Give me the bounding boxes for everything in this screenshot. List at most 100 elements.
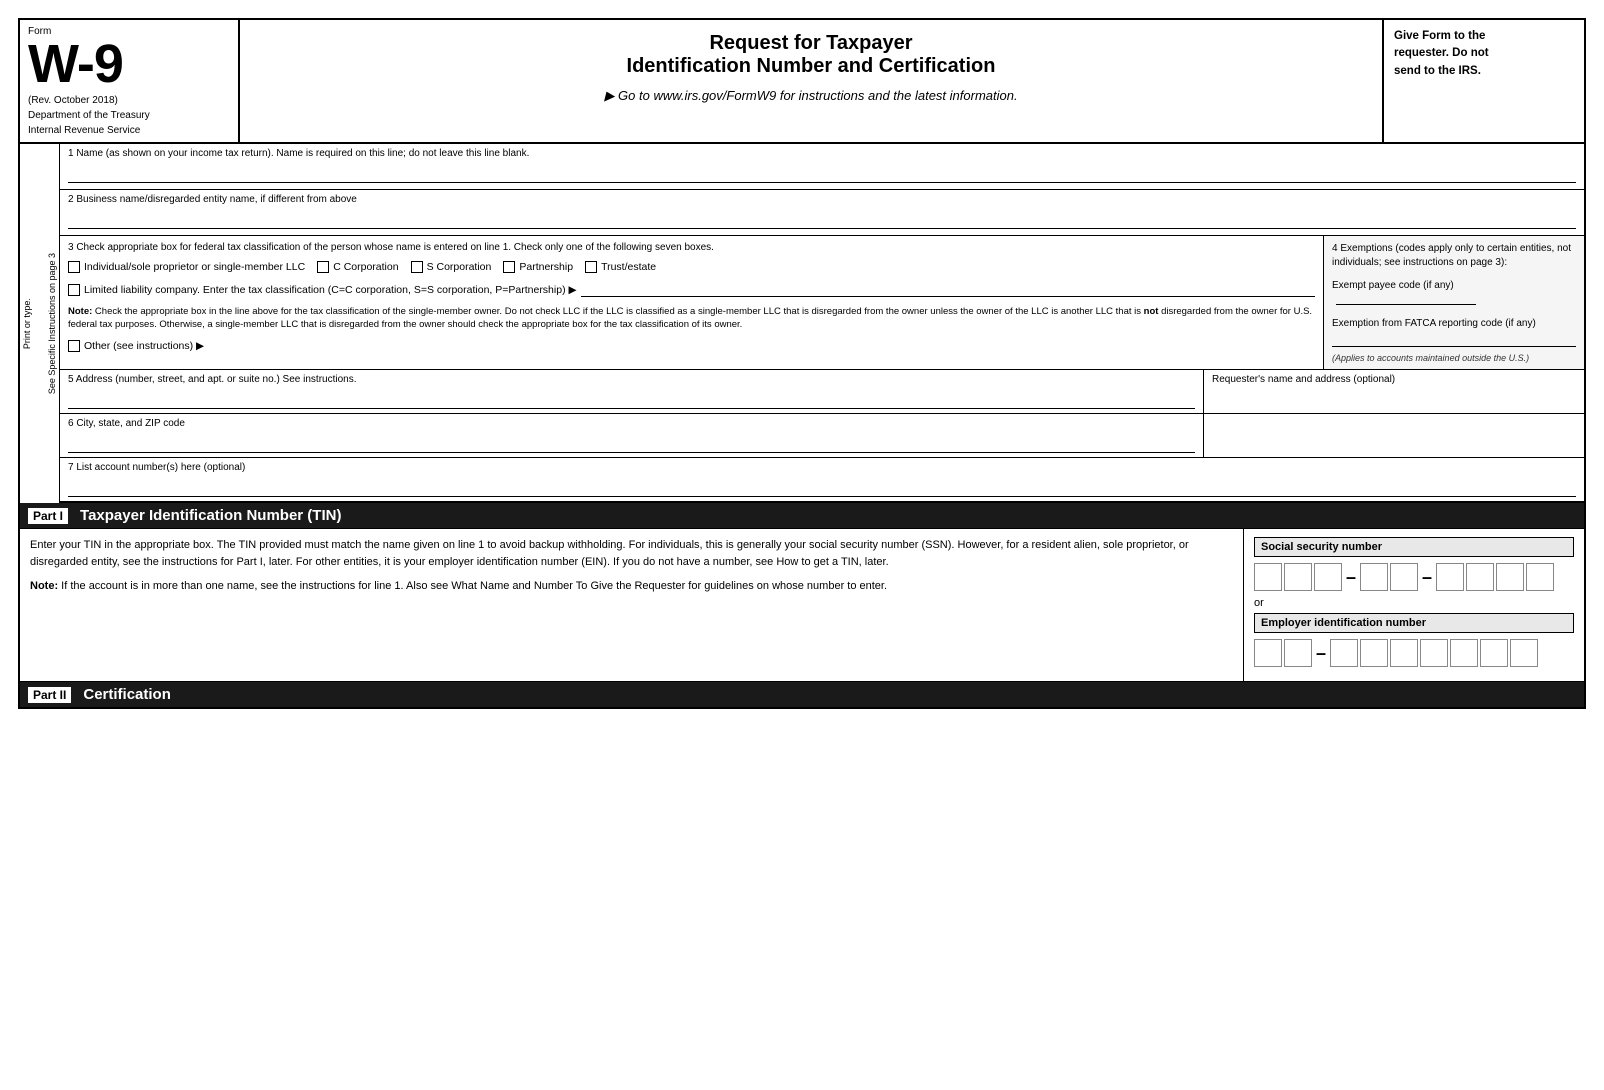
ssn-cell-3[interactable]	[1314, 563, 1342, 591]
ssn-cell-4[interactable]	[1360, 563, 1388, 591]
ssn-label: Social security number	[1254, 537, 1574, 557]
other-row: Other (see instructions) ▶	[68, 340, 1315, 352]
line7-label: 7 List account number(s) here (optional)	[68, 462, 1576, 473]
line7-row: 7 List account number(s) here (optional)	[60, 458, 1584, 503]
ssn-group3	[1436, 563, 1554, 591]
note-text1: Check the appropriate box in the line ab…	[95, 306, 1144, 317]
header-left: Form W-9 (Rev. October 2018) Department …	[20, 20, 240, 142]
rev-date: (Rev. October 2018)	[28, 95, 230, 106]
ssn-cell-1[interactable]	[1254, 563, 1282, 591]
ein-cell-5[interactable]	[1390, 639, 1418, 667]
line6-input[interactable]	[68, 435, 1195, 453]
ein-cell-4[interactable]	[1360, 639, 1388, 667]
fatca-note: (Applies to accounts maintained outside …	[1332, 353, 1576, 363]
line5-label: 5 Address (number, street, and apt. or s…	[68, 374, 1195, 385]
ssn-cell-8[interactable]	[1496, 563, 1524, 591]
ssn-cell-5[interactable]	[1390, 563, 1418, 591]
title-line2: Identification Number and Certification	[260, 55, 1362, 78]
other-checkbox[interactable]	[68, 340, 80, 352]
c-corp-checkbox[interactable]	[317, 261, 329, 273]
dept: Department of the Treasury	[28, 110, 230, 121]
s-corp-checkbox[interactable]	[411, 261, 423, 273]
ssn-grid: – –	[1254, 563, 1574, 591]
line5-input[interactable]	[68, 391, 1195, 409]
checkbox-trust: Trust/estate	[585, 261, 656, 273]
ssn-cell-7[interactable]	[1466, 563, 1494, 591]
line5-row: 5 Address (number, street, and apt. or s…	[60, 370, 1584, 414]
partnership-label: Partnership	[519, 261, 573, 273]
partnership-checkbox[interactable]	[503, 261, 515, 273]
irs-link: ▶ Go to www.irs.gov/FormW9 for instructi…	[260, 88, 1362, 104]
ein-cell-3[interactable]	[1330, 639, 1358, 667]
irs: Internal Revenue Service	[28, 125, 230, 136]
title-line1: Request for Taxpayer	[260, 32, 1362, 55]
checkbox-partnership: Partnership	[503, 261, 573, 273]
form-w9: Form W-9 (Rev. October 2018) Department …	[18, 18, 1586, 709]
line1-label: 1 Name (as shown on your income tax retu…	[68, 148, 1576, 159]
ein-cell-8[interactable]	[1480, 639, 1508, 667]
part1-description: Enter your TIN in the appropriate box. T…	[30, 537, 1233, 570]
part2-title: Certification	[83, 686, 171, 703]
form-body: Print or type.See Specific Instructions …	[20, 144, 1584, 503]
line4-label: 4 Exemptions (codes apply only to certai…	[1332, 242, 1576, 270]
header-center: Request for Taxpayer Identification Numb…	[240, 20, 1384, 142]
line3-label: 3 Check appropriate box for federal tax …	[68, 242, 1315, 253]
line2-input[interactable]	[68, 211, 1576, 229]
note-not: not	[1144, 306, 1159, 317]
ssn-group1	[1254, 563, 1342, 591]
ein-cell-6[interactable]	[1420, 639, 1448, 667]
c-corp-label: C Corporation	[333, 261, 398, 273]
part2-badge: Part II	[28, 687, 71, 703]
llc-input[interactable]	[581, 283, 1315, 297]
ein-cell-7[interactable]	[1450, 639, 1478, 667]
note-bold: Note:	[68, 306, 92, 317]
line6-left: 6 City, state, and ZIP code	[60, 414, 1204, 457]
right-text-line1: Give Form to the	[1394, 30, 1485, 42]
ein-cell-1[interactable]	[1254, 639, 1282, 667]
ein-grid: –	[1254, 639, 1574, 667]
individual-label: Individual/sole proprietor or single-mem…	[84, 261, 305, 273]
sidebar-label: Print or type.See Specific Instructions …	[19, 248, 61, 399]
form-number: W-9	[28, 37, 230, 91]
trust-checkbox[interactable]	[585, 261, 597, 273]
part1-header: Part I Taxpayer Identification Number (T…	[20, 503, 1584, 529]
line2-label: 2 Business name/disregarded entity name,…	[68, 194, 1576, 205]
requester-label: Requester's name and address (optional)	[1212, 374, 1576, 385]
ein-group2	[1330, 639, 1538, 667]
llc-checkbox[interactable]	[68, 284, 80, 296]
part1-note-text: If the account is in more than one name,…	[61, 580, 887, 592]
line1-input[interactable]	[68, 165, 1576, 183]
fatca-input[interactable]	[1332, 333, 1576, 347]
ssn-group2	[1360, 563, 1418, 591]
ein-cell-9[interactable]	[1510, 639, 1538, 667]
ssn-cell-6[interactable]	[1436, 563, 1464, 591]
line7-input[interactable]	[68, 479, 1576, 497]
ssn-cell-9[interactable]	[1526, 563, 1554, 591]
form-header: Form W-9 (Rev. October 2018) Department …	[20, 20, 1584, 144]
llc-row: Limited liability company. Enter the tax…	[68, 283, 1315, 297]
part1-left: Enter your TIN in the appropriate box. T…	[20, 529, 1244, 681]
exemptions-panel: 4 Exemptions (codes apply only to certai…	[1324, 236, 1584, 369]
right-text-line3: send to the IRS.	[1394, 65, 1481, 77]
exempt-payee-row: Exempt payee code (if any)	[1332, 280, 1576, 308]
right-text-line2: requester. Do not	[1394, 47, 1489, 59]
line6-label: 6 City, state, and ZIP code	[68, 418, 1195, 429]
ssn-cell-2[interactable]	[1284, 563, 1312, 591]
part1-note-bold: Note:	[30, 580, 58, 592]
checkbox-c-corp: C Corporation	[317, 261, 398, 273]
llc-label: Limited liability company. Enter the tax…	[84, 284, 577, 296]
part1-right: Social security number – –	[1244, 529, 1584, 681]
individual-checkbox[interactable]	[68, 261, 80, 273]
sidebar: Print or type.See Specific Instructions …	[20, 144, 60, 503]
main-content: 1 Name (as shown on your income tax retu…	[60, 144, 1584, 503]
line3-row: 3 Check appropriate box for federal tax …	[60, 236, 1584, 370]
ssn-dash1: –	[1346, 567, 1356, 588]
other-label: Other (see instructions) ▶	[84, 340, 204, 352]
ein-cell-2[interactable]	[1284, 639, 1312, 667]
line2-field: 2 Business name/disregarded entity name,…	[60, 190, 1584, 236]
sidebar-text-container: Print or type.See Specific Instructions …	[20, 144, 59, 503]
line5-left: 5 Address (number, street, and apt. or s…	[60, 370, 1204, 413]
checkbox-s-corp: S Corporation	[411, 261, 492, 273]
checkbox-individual: Individual/sole proprietor or single-mem…	[68, 261, 305, 273]
exempt-payee-input[interactable]	[1336, 291, 1476, 305]
